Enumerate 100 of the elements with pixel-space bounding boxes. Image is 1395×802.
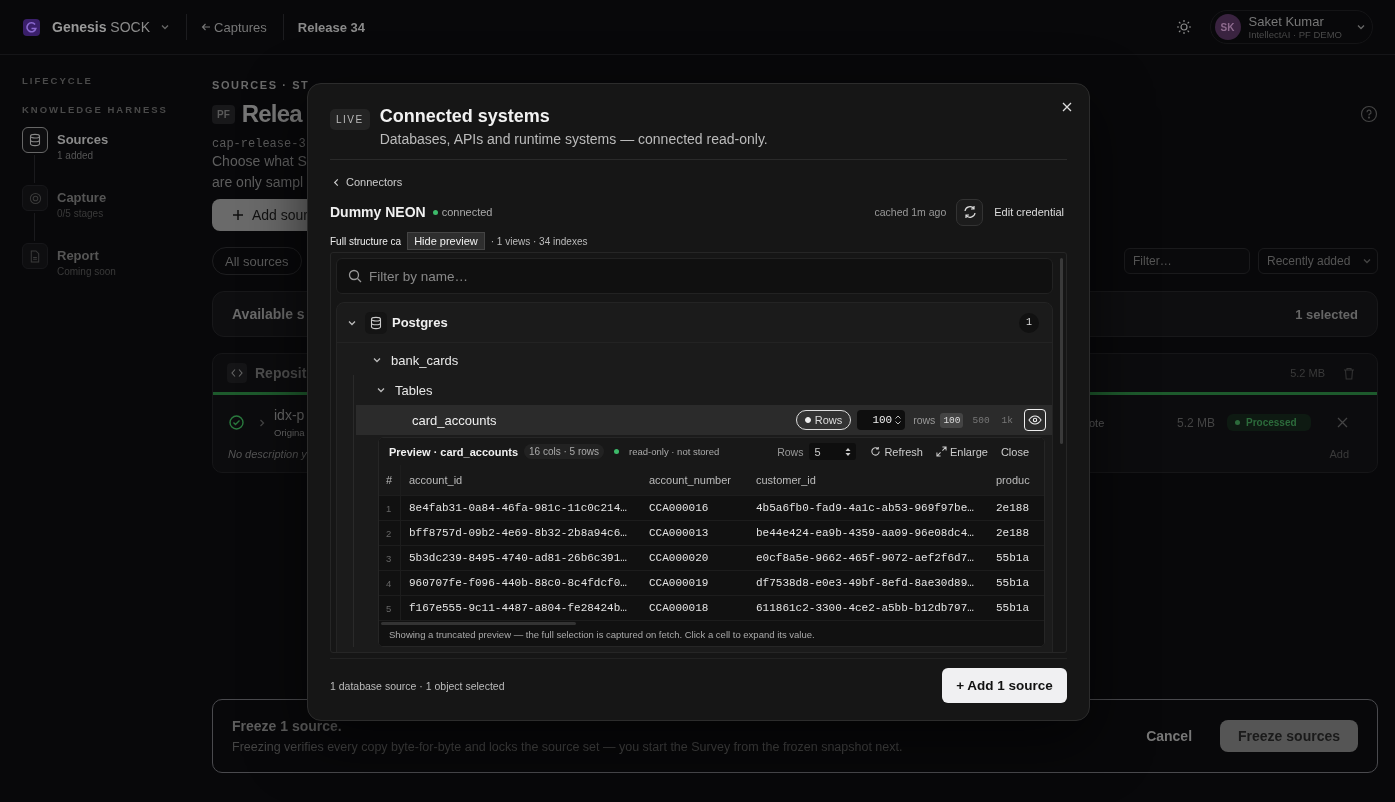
enlarge-button[interactable]: Enlarge: [933, 445, 990, 458]
source-name: idx-p: [274, 407, 305, 423]
preview-title: Preview · card_accounts: [389, 445, 518, 458]
column-header: account_number: [648, 474, 732, 486]
tree-item[interactable]: Tables: [395, 382, 433, 398]
table-cell[interactable]: e0cf8a5e-9662-465f-9072-aef2f6d7…: [748, 552, 988, 564]
arrow-left-icon: [201, 22, 212, 32]
back-link[interactable]: Connectors: [330, 176, 1067, 188]
column-header: account_id: [408, 474, 464, 486]
unit-label: rows: [913, 414, 936, 426]
summary-text: Full structure ca: [330, 235, 402, 247]
eye-icon: [1028, 415, 1042, 425]
preview-note: Showing a truncated preview — the full selection is captured on fetch. Click a cell to expand its value.: [388, 628, 816, 642]
count-badge: 1: [1019, 312, 1039, 333]
note-text: read-only · not stored: [629, 446, 720, 457]
table-cell[interactable]: 611861c2-3300-4ce2-a5bb-b12db797…: [748, 602, 988, 614]
table-cell[interactable]: df7538d8-e0e3-49bf-8efd-8ae30d89…: [748, 577, 988, 589]
row-number: 3: [379, 546, 401, 570]
refresh-button[interactable]: [956, 198, 984, 226]
chevron-left-icon: [332, 177, 340, 187]
status-text: connected: [441, 206, 493, 218]
search-icon: [348, 269, 362, 283]
breadcrumb: Release 34: [297, 19, 366, 35]
row-number: 2: [379, 521, 401, 545]
search-field[interactable]: Filter by name…: [336, 258, 1053, 294]
table-cell[interactable]: CCA000020: [641, 552, 748, 564]
user-org: IntellectAI · PF DEMO: [1248, 29, 1342, 40]
rows-toggle[interactable]: Rows: [795, 410, 852, 430]
description-text: Choose what S: [212, 152, 307, 171]
chevron-down-icon[interactable]: [376, 385, 386, 395]
close-button[interactable]: Close: [998, 445, 1031, 458]
modal-title: Connected systems: [379, 106, 551, 127]
column-header: produc: [995, 474, 1031, 486]
number-field[interactable]: 100: [857, 410, 906, 430]
filter-field[interactable]: Filter…: [1124, 248, 1250, 274]
table-cell[interactable]: CCA000016: [641, 502, 748, 514]
document-icon: [29, 249, 41, 263]
freeze-title: Freeze 1 source.: [232, 718, 343, 734]
table-cell[interactable]: CCA000013: [641, 527, 748, 539]
source-note: ote: [1088, 416, 1105, 429]
tooltip: Hide preview: [407, 232, 485, 250]
add-source-button[interactable]: + Add 1 source: [942, 668, 1067, 703]
table-cell[interactable]: 55b1a: [988, 602, 1032, 614]
preset-chip[interactable]: 100: [940, 412, 964, 428]
status-badge: Processed: [1227, 414, 1311, 431]
refresh-icon: [962, 205, 977, 219]
logo-icon[interactable]: [23, 18, 40, 36]
stepper-icon[interactable]: [894, 414, 903, 426]
modal-subtitle: Databases, APIs and runtime systems — connected read-only.: [379, 131, 768, 147]
table-cell[interactable]: 2e188: [988, 527, 1032, 539]
selection-summary: 1 database source · 1 object selected: [330, 679, 505, 692]
table-cell[interactable]: 2e188: [988, 502, 1032, 514]
target-icon: [28, 191, 42, 205]
table-cell[interactable]: 55b1a: [988, 552, 1032, 564]
refresh-icon: [870, 446, 882, 457]
rows-label: Rows: [777, 445, 804, 458]
column-header: customer_id: [755, 474, 817, 486]
slug-text: cap-release-3: [212, 137, 306, 151]
meta-badge: 16 cols · 5 rows: [524, 444, 605, 459]
step-item[interactable]: Sources 1 added: [22, 127, 190, 185]
page-title: Relea: [241, 100, 302, 128]
plus-icon: [232, 209, 244, 221]
code-icon: [231, 368, 243, 378]
cancel-button[interactable]: Cancel: [1140, 727, 1199, 745]
cache-text: cached 1m ago: [874, 206, 947, 218]
avatar: SK: [1214, 14, 1241, 40]
sun-icon[interactable]: [1175, 19, 1192, 35]
table-cell[interactable]: CCA000019: [641, 577, 748, 589]
table-cell[interactable]: 5b3dc239-8495-4740-ad81-26b6c391…: [401, 552, 641, 564]
database-icon: [28, 133, 42, 147]
description-text: are only sampl: [212, 173, 304, 192]
chevron-down-icon[interactable]: [372, 355, 382, 365]
tree-item[interactable]: bank_cards: [391, 352, 459, 368]
section-label: LIFECYCLE: [22, 75, 94, 86]
table-row[interactable]: card_accounts Rows 100 rows 100 500 1k: [356, 405, 1052, 435]
preview-toggle[interactable]: [1024, 409, 1046, 431]
back-link[interactable]: Captures: [201, 19, 267, 35]
table-cell[interactable]: be44e424-ea9b-4359-aa09-96e08dc4…: [748, 527, 988, 539]
user-name: Saket Kumar: [1248, 14, 1325, 29]
table-cell[interactable]: CCA000018: [641, 602, 748, 614]
workspace-name[interactable]: Genesis SOCK: [52, 19, 151, 35]
table-cell[interactable]: 8e4fab31-0a84-46fa-981c-11c0c214…: [401, 502, 641, 514]
table-cell[interactable]: 960707fe-f096-440b-88c0-8c4fdcf0…: [401, 577, 641, 589]
rows-select[interactable]: 5: [809, 443, 857, 460]
refresh-button[interactable]: Refresh: [868, 445, 925, 458]
size-text: 5.2 MB: [1176, 415, 1216, 430]
summary-text: · 1 views · 34 indexes: [490, 235, 588, 247]
source-origin: Origina: [274, 427, 305, 438]
table-cell[interactable]: 55b1a: [988, 577, 1032, 589]
card-title: Available s: [232, 306, 305, 322]
table-cell[interactable]: 4b5a6fb0-fad9-4a1c-ab53-969f97be…: [748, 502, 988, 514]
table-name: card_accounts: [412, 412, 497, 428]
project-badge: PF: [212, 104, 235, 124]
edit-credential-link[interactable]: Edit credential: [994, 206, 1064, 218]
row-number: 5: [379, 596, 401, 620]
section-label: KNOWLEDGE HARNESS: [22, 104, 169, 115]
selected-count: 1 selected: [1295, 306, 1358, 322]
table-cell[interactable]: f167e555-9c11-4487-a804-fe28424b…: [401, 602, 641, 614]
table-cell[interactable]: bff8757d-09b2-4e69-8b32-2b8a94c6…: [401, 527, 641, 539]
tree-item[interactable]: Postgres: [392, 315, 1019, 330]
